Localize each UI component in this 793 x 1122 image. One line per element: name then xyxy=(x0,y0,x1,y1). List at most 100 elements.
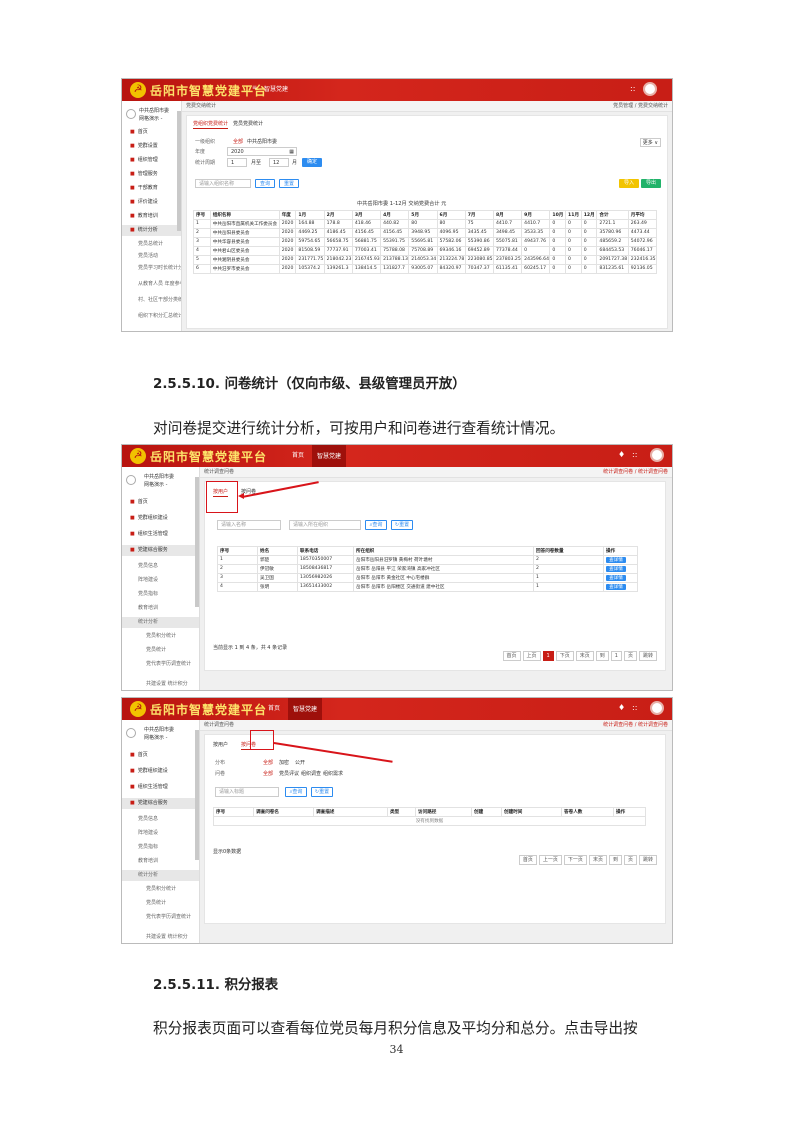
sidebar-sub-0[interactable]: 党员信息 xyxy=(122,814,199,825)
pager-item[interactable]: 上一页 xyxy=(538,855,562,865)
sidebar-sub-3[interactable]: 教育培训 xyxy=(122,603,199,614)
bell-icon[interactable]: ♦ xyxy=(618,703,625,712)
import-button[interactable]: 导入 xyxy=(619,179,639,188)
pager-item[interactable]: 1 xyxy=(610,651,622,661)
sidebar-item-life[interactable]: ■ 组织生活管理 xyxy=(122,782,199,793)
sidebar-sub-0[interactable]: 党员信息 xyxy=(122,561,199,572)
pager-item[interactable]: 跳转 xyxy=(638,651,657,661)
nav-smart-party[interactable]: 智慧党建 xyxy=(288,698,323,720)
title-search-input[interactable]: 请输入标题 xyxy=(215,787,279,797)
avatar[interactable] xyxy=(643,82,657,96)
query-button[interactable]: 查询 xyxy=(255,179,275,188)
sidebar-sub-1[interactable]: 党员活动 xyxy=(122,251,181,262)
org-search-input[interactable]: 请输入所在组织 xyxy=(289,520,361,530)
nav-item[interactable]: 智慧党建 xyxy=(264,84,288,93)
sidebar-item-stats[interactable]: ■ 统计分析 xyxy=(122,225,181,236)
sidebar-subsub-3[interactable]: 共建设置 统计积分 xyxy=(122,679,199,690)
sidebar-item-org[interactable]: ■ 党群组织建设 xyxy=(122,766,199,777)
nav-smart-party[interactable]: 智慧党建 xyxy=(312,445,347,467)
view-detail-button[interactable]: 查详情 xyxy=(606,566,626,572)
pager-item[interactable]: 1 xyxy=(542,651,554,661)
reset-button[interactable]: ↻重置 xyxy=(391,520,413,530)
sidebar-subsub-2[interactable]: 党代表学历调查统计 xyxy=(122,912,199,923)
export-button[interactable]: 导出 xyxy=(641,179,661,188)
sidebar-scrollbar[interactable] xyxy=(195,730,199,860)
tab-member-fee[interactable]: 党员党费统计 xyxy=(233,120,263,127)
name-search-input[interactable]: 请输入名称 xyxy=(217,520,281,530)
sidebar-item-service[interactable]: ■ 党建综合服务 xyxy=(122,798,199,809)
view-detail-button[interactable]: 查详情 xyxy=(606,575,626,581)
sidebar-item-6[interactable]: ■ 教育培训 xyxy=(122,211,181,222)
sidebar-item-4[interactable]: ■ 干部教育 xyxy=(122,183,181,194)
query-button[interactable]: ⌕查询 xyxy=(365,520,387,530)
filter-dist-public[interactable]: 公开 xyxy=(295,759,305,766)
sidebar-scrollbar[interactable] xyxy=(195,477,199,607)
org-option-city[interactable]: 中共岳阳市委 xyxy=(247,138,277,145)
sidebar-subsub-1[interactable]: 党员统计 xyxy=(122,898,199,909)
pager-item[interactable]: 首页 xyxy=(518,855,537,865)
menu-toggle-icon[interactable]: ≡ xyxy=(252,84,257,91)
sidebar-sub-3[interactable]: 从教育人员 年度参与统计 xyxy=(122,279,181,290)
view-detail-button[interactable]: 查详情 xyxy=(606,557,626,563)
sidebar-subsub-2[interactable]: 党代表学历调查统计 xyxy=(122,659,199,670)
sidebar-item-service[interactable]: ■ 党建综合服务 xyxy=(122,545,199,556)
pager-item[interactable]: 页 xyxy=(623,855,637,865)
filter-dist-encrypted[interactable]: 加密 xyxy=(279,759,289,766)
grid-icon[interactable]: :: xyxy=(632,703,637,712)
filter-survey-eval[interactable]: 党员评议 xyxy=(279,770,299,777)
sidebar-sub-2[interactable]: 党员指标 xyxy=(122,842,199,853)
sidebar-sub-0[interactable]: 党员总统计 xyxy=(122,239,181,250)
filter-survey-org[interactable]: 组织调查 xyxy=(301,770,321,777)
period-from[interactable]: 1 xyxy=(227,158,247,167)
pager-item[interactable]: 跳转 xyxy=(638,855,657,865)
confirm-button[interactable]: 确定 xyxy=(302,158,322,167)
sidebar-scrollbar[interactable] xyxy=(177,111,181,231)
sidebar-sub-3[interactable]: 教育培训 xyxy=(122,856,199,867)
pager-item[interactable]: 首页 xyxy=(502,651,521,661)
sidebar-sub-stats[interactable]: 统计分析 xyxy=(122,617,199,628)
avatar[interactable] xyxy=(650,448,664,462)
sidebar-sub-2[interactable]: 党员指标 xyxy=(122,589,199,600)
sidebar-sub-1[interactable]: 阵地建设 xyxy=(122,575,199,586)
sidebar-sub-1[interactable]: 阵地建设 xyxy=(122,828,199,839)
year-select[interactable]: 2020 ▦ xyxy=(227,147,297,156)
sidebar-sub-stats[interactable]: 统计分析 xyxy=(122,870,199,881)
nav-home[interactable]: 首页 xyxy=(292,450,304,459)
pager-item[interactable]: 末页 xyxy=(575,651,594,661)
bell-icon[interactable]: ♦ xyxy=(618,450,625,459)
nav-home[interactable]: 首页 xyxy=(268,703,280,712)
grid-icon[interactable]: :: xyxy=(630,84,635,93)
org-option-all[interactable]: 全部 xyxy=(233,138,243,145)
sidebar-sub-5[interactable]: 组织下积分汇总统计 xyxy=(122,311,181,322)
pager-item[interactable]: 页 xyxy=(623,651,637,661)
view-detail-button[interactable]: 查详情 xyxy=(606,584,626,590)
sidebar-item-1[interactable]: ■ 党群设置 xyxy=(122,141,181,152)
pager-item[interactable]: 末页 xyxy=(588,855,607,865)
user-role[interactable]: 网格演示 - xyxy=(144,734,167,742)
sidebar-item-home[interactable]: ■ 首页 xyxy=(122,497,199,508)
sidebar-subsub-3[interactable]: 共建设置 统计积分 xyxy=(122,932,199,943)
pager-item[interactable]: 下一页 xyxy=(563,855,587,865)
pager-item[interactable]: 下页 xyxy=(555,651,574,661)
reset-button[interactable]: ↻重置 xyxy=(311,787,333,797)
sidebar-sub-4[interactable]: 村、社区干部分类统计 xyxy=(122,295,181,306)
sidebar-subsub-0[interactable]: 党员积分统计 xyxy=(122,631,199,642)
filter-dist-all[interactable]: 全部 xyxy=(263,759,273,766)
grid-icon[interactable]: :: xyxy=(632,450,637,459)
user-role[interactable]: 网格演示 - xyxy=(139,115,162,123)
sidebar-subsub-1[interactable]: 党员统计 xyxy=(122,645,199,656)
tab-org-fee[interactable]: 党组织党费统计 xyxy=(193,120,229,129)
sidebar-item-home[interactable]: ■ 首页 xyxy=(122,127,181,138)
tab-by-user[interactable]: 按用户 xyxy=(213,741,228,748)
sidebar-item-3[interactable]: ■ 管理服务 xyxy=(122,169,181,180)
pager-item[interactable]: 上页 xyxy=(522,651,541,661)
pager-item[interactable]: 到 xyxy=(595,651,609,661)
period-to[interactable]: 12 xyxy=(269,158,289,167)
sidebar-sub-2[interactable]: 党员学习时长统计分析 xyxy=(122,263,181,274)
reset-button[interactable]: 重置 xyxy=(279,179,299,188)
filter-survey-all[interactable]: 全部 xyxy=(263,770,273,777)
filter-survey-needs[interactable]: 组织需求 xyxy=(323,770,343,777)
sidebar-item-life[interactable]: ■ 组织生活管理 xyxy=(122,529,199,540)
pager-item[interactable]: 到 xyxy=(608,855,622,865)
more-dropdown[interactable]: 更多 ∨ xyxy=(639,138,661,147)
